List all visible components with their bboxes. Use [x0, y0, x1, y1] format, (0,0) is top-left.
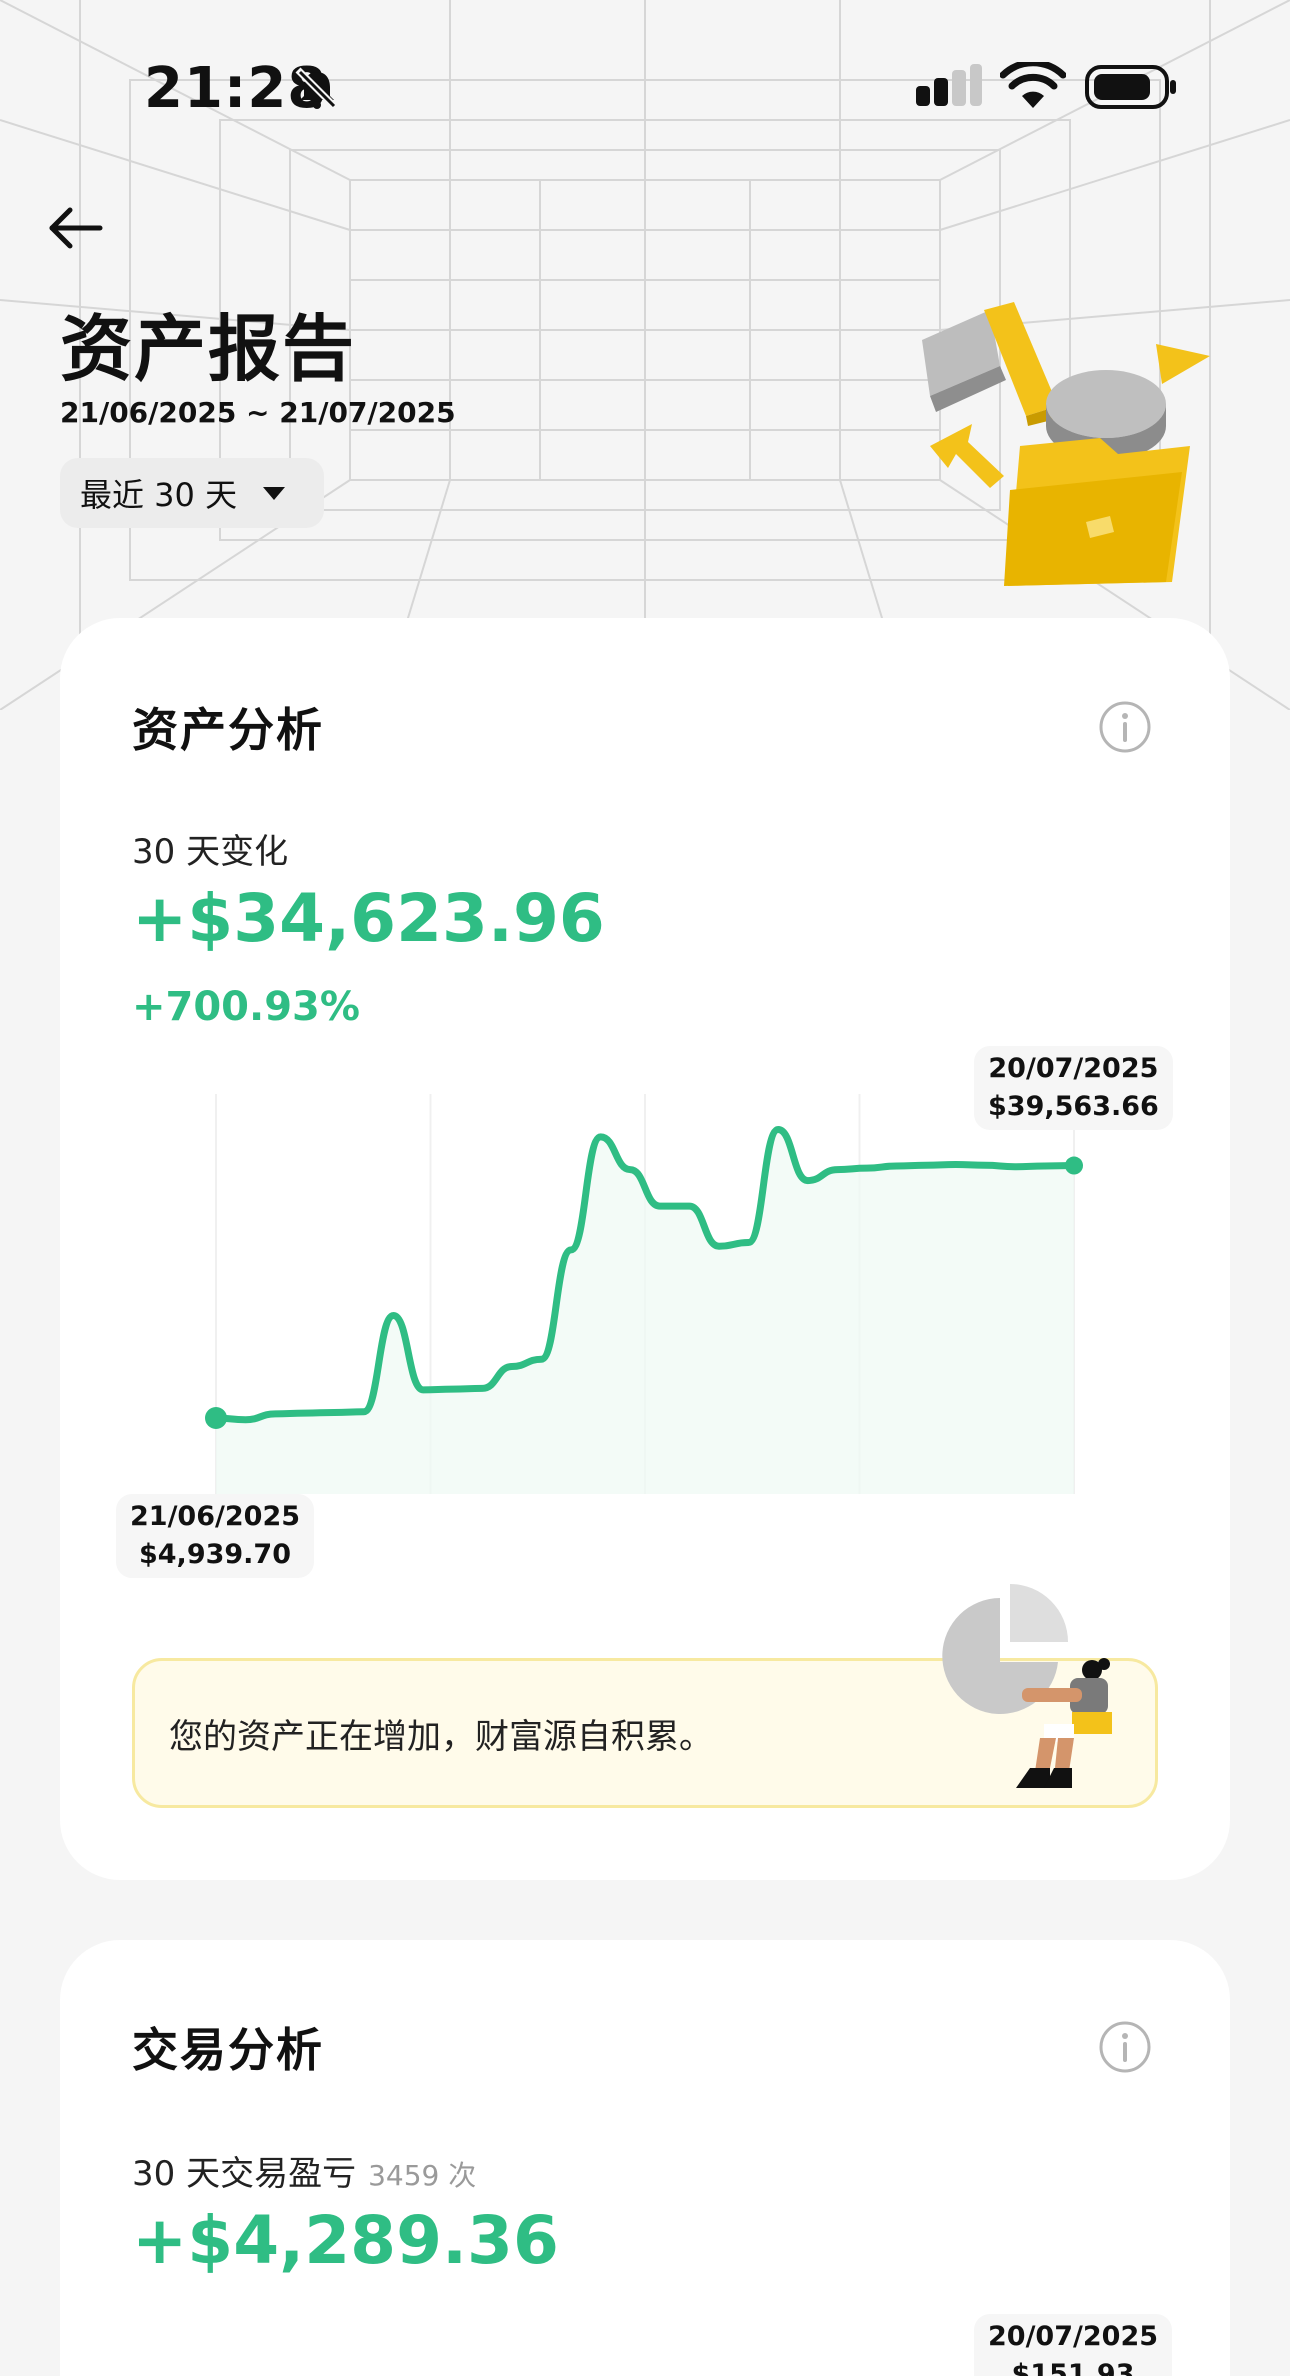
end-tooltip-value: $39,563.66 — [988, 1091, 1159, 1122]
report-illustration — [922, 302, 1210, 586]
pnl-label: 30 天交易盈亏 3459 次 — [132, 2146, 476, 2195]
bell-muted-icon — [295, 67, 339, 111]
start-tooltip: 21/06/2025 $4,939.70 — [116, 1494, 315, 1578]
start-tooltip-value: $4,939.70 — [138, 1539, 292, 1570]
start-tooltip-date: 21/06/2025 — [130, 1501, 301, 1532]
back-arrow-icon[interactable] — [44, 200, 108, 256]
person-pie-illustration — [942, 1584, 1112, 1788]
info-icon[interactable] — [1098, 2020, 1152, 2074]
period-dropdown-label: 最近 30 天 — [80, 476, 238, 514]
trade-end-tooltip: 20/07/2025 $151.93 — [974, 2314, 1173, 2376]
trade-card-title: 交易分析 — [132, 2023, 324, 2077]
asset-analysis-card: 资产分析 30 天变化 +$34,623.96 +700.93% 20/07/2… — [60, 618, 1230, 1880]
trade-count: 3459 次 — [368, 2159, 477, 2192]
trade-end-tooltip-date: 20/07/2025 — [988, 2321, 1159, 2352]
end-tooltip: 20/07/2025 $39,563.66 — [974, 1046, 1173, 1130]
caret-down-icon — [263, 486, 286, 500]
page-title: 资产报告 — [60, 307, 357, 391]
period-dropdown[interactable]: 最近 30 天 — [60, 458, 324, 528]
pnl-value: +$4,289.36 — [132, 2202, 559, 2279]
wifi-icon — [1000, 62, 1066, 108]
chart-end-point — [1065, 1156, 1083, 1175]
pnl-label-text: 30 天交易盈亏 — [132, 2154, 357, 2194]
trade-end-tooltip-value: $151.93 — [1011, 2359, 1135, 2376]
insight-text: 您的资产正在增加，财富源自积累。 — [169, 1716, 713, 1757]
battery-icon — [1085, 65, 1176, 109]
chart-start-point — [205, 1406, 227, 1429]
end-tooltip-date: 20/07/2025 — [988, 1053, 1159, 1084]
cellular-signal-icon — [916, 64, 982, 106]
trade-analysis-card: 交易分析 30 天交易盈亏 3459 次 +$4,289.36 20/07/202… — [60, 1940, 1230, 2376]
date-range: 21/06/2025 ~ 21/07/2025 — [60, 396, 456, 429]
status-bar: 21:28 — [0, 0, 1290, 176]
